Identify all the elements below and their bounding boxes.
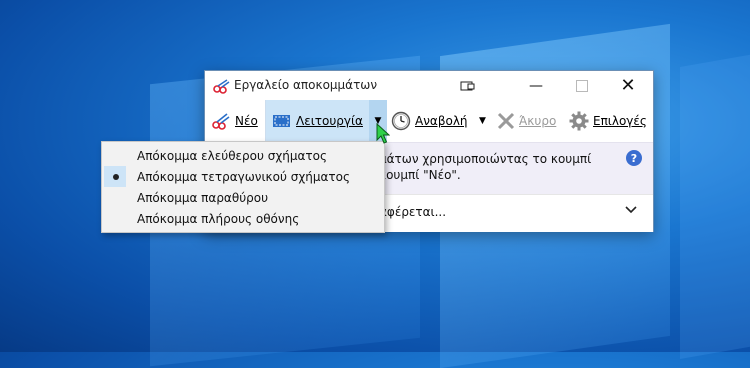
help-icon[interactable]: ? [626,150,642,166]
clock-icon [391,111,411,131]
scissors-icon [213,78,231,94]
mode-label: Λειτουργία [296,114,363,128]
expand-text: αφέρεται... [379,205,447,219]
menu-item-label: Απόκομμα παραθύρου [137,190,269,205]
title-bar[interactable]: Εργαλείο αποκομμάτων — ✕ [205,71,653,100]
chevron-down-icon[interactable] [625,203,637,218]
menu-item-full-screen-snip[interactable]: Απόκομμα πλήρους οθόνης [102,208,384,229]
cancel-button[interactable]: Άκυρο [497,100,556,142]
mode-dropdown-menu: Απόκομμα ελεύθερου σχήματος Απόκομμα τετ… [101,141,385,233]
maximize-icon [576,79,588,92]
menu-item-free-form-snip[interactable]: Απόκομμα ελεύθερου σχήματος [102,145,384,166]
cancel-label: Άκυρο [519,114,557,128]
desktop-wallpaper-pane [680,52,750,360]
info-text: μάτων χρησιμοποιώντας το κουμπί κουμπί "… [379,152,592,182]
rectangle-snip-icon [272,113,292,129]
maximize-button[interactable] [559,71,605,100]
x-icon [497,112,515,130]
menu-item-rectangular-snip[interactable]: Απόκομμα τετραγωνικού σχήματος [102,166,384,187]
delay-dropdown-arrow[interactable]: ▼ [479,100,486,142]
menu-item-label: Απόκομμα πλήρους οθόνης [137,211,300,226]
delay-label: Αναβολή [415,114,468,128]
snip-window-icon[interactable] [445,71,491,100]
close-button[interactable]: ✕ [605,71,651,100]
menu-item-label: Απόκομμα ελεύθερου σχήματος [137,148,328,163]
window-title: Εργαλείο αποκομμάτων [234,78,378,92]
new-button[interactable]: Νέο [211,100,258,142]
scissors-icon [211,112,231,130]
minimize-button[interactable]: — [513,71,559,100]
options-button[interactable]: Επιλογές [569,100,647,142]
mode-button[interactable]: Λειτουργία [265,100,369,142]
delay-button[interactable]: Αναβολή [391,100,468,142]
mouse-cursor-icon [376,122,391,145]
gear-icon [569,111,589,131]
new-label: Νέο [235,114,258,128]
options-label: Επιλογές [593,114,647,128]
radio-dot-icon [113,174,119,180]
menu-item-window-snip[interactable]: Απόκομμα παραθύρου [102,187,384,208]
menu-item-label: Απόκομμα τετραγωνικού σχήματος [137,169,351,184]
toolbar: Νέο Λειτουργία ▼ Αναβολή ▼ Άκυρο Επιλογέ… [205,100,653,142]
